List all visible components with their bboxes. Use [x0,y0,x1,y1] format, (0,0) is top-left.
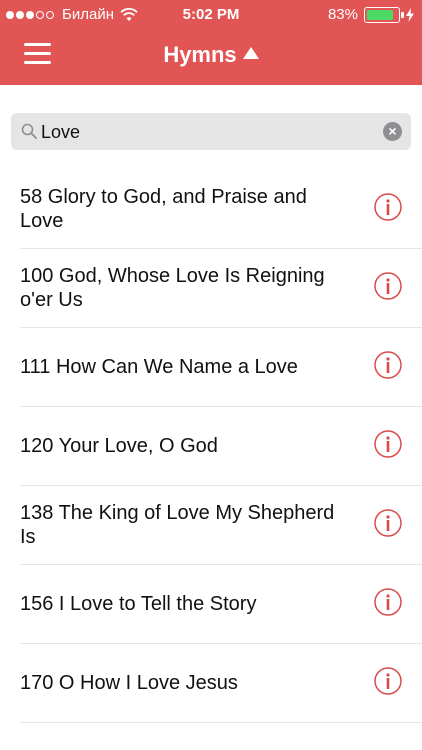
search-input[interactable] [39,113,373,152]
info-icon[interactable] [374,588,402,616]
list-item[interactable]: 138 The King of Love My Shepherd Is [20,486,422,565]
info-icon[interactable] [374,193,402,221]
hymn-title: 58 Glory to God, and Praise and Love [20,186,307,232]
hymn-title: 120 Your Love, O God [20,435,218,457]
battery-percent: 83% [327,6,358,23]
list-item[interactable]: 100 God, Whose Love Is Reigning o'er Us [20,249,422,328]
search-bar[interactable]: × [11,113,411,152]
info-icon[interactable] [374,509,402,537]
hymn-title: 138 The King of Love My Shepherd Is [20,502,335,548]
status-bar: Билайн 5:02 PM 83% [0,0,422,30]
hymn-title: 100 God, Whose Love Is Reigning o'er Us [20,265,325,311]
info-icon[interactable] [374,430,402,458]
charging-bolt-icon [406,7,414,22]
triangle-up-icon [242,47,259,59]
title-dropdown[interactable]: Hymns [0,42,422,68]
list-item[interactable]: 170 O How I Love Jesus [20,644,422,723]
info-icon[interactable] [374,351,402,379]
hymn-title: 170 O How I Love Jesus [20,672,238,694]
info-icon[interactable] [374,667,402,695]
list-item[interactable]: 58 Glory to God, and Praise and Love [20,170,422,249]
status-right: 83% [328,6,414,23]
page-title: Hymns [163,42,237,67]
hymn-title: 156 I Love to Tell the Story [20,593,257,615]
magnifier-icon [21,123,37,139]
clear-x-icon[interactable]: × [383,122,402,141]
list-item[interactable]: 111 How Can We Name a Love [20,328,422,407]
navigation-bar: Hymns [0,30,422,85]
info-icon[interactable] [374,272,402,300]
app-header: Билайн 5:02 PM 83% Hymns [0,0,422,85]
hymn-title: 111 How Can We Name a Love [20,356,298,378]
list-item[interactable]: 120 Your Love, O God [20,407,422,486]
hymn-list: 58 Glory to God, and Praise and Love 100… [0,170,422,723]
list-item[interactable]: 156 I Love to Tell the Story [20,565,422,644]
battery-icon [364,6,404,23]
